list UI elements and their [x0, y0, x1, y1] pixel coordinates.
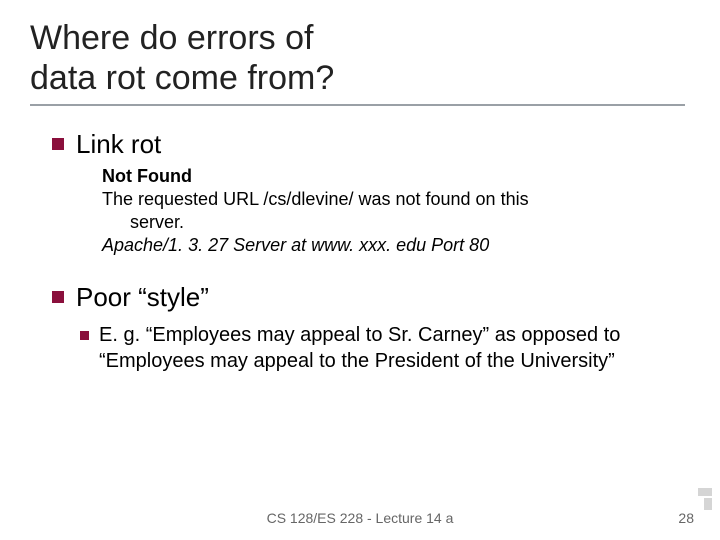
- bullet-link-rot: Link rot: [52, 128, 692, 161]
- square-bullet-icon: [52, 291, 64, 303]
- slide: Where do errors of data rot come from? L…: [0, 0, 720, 540]
- not-found-heading: Not Found: [102, 166, 192, 186]
- bullet-link-rot-label: Link rot: [76, 128, 161, 161]
- title-line-2: data rot come from?: [30, 59, 334, 97]
- square-bullet-icon: [80, 331, 89, 340]
- bullet-poor-style-example: E. g. “Employees may appeal to Sr. Carne…: [80, 323, 692, 374]
- footer-center-text: CS 128/ES 228 - Lecture 14 a: [0, 510, 720, 526]
- square-bullet-icon: [52, 138, 64, 150]
- page-number: 28: [678, 510, 694, 526]
- not-found-msg-line1: The requested URL /cs/dlevine/ was not f…: [102, 189, 529, 209]
- bullet-poor-style: Poor “style”: [52, 281, 692, 314]
- bullet-poor-style-label: Poor “style”: [76, 281, 209, 314]
- title-underline: [30, 104, 685, 106]
- corner-accent-icon: [698, 488, 712, 496]
- slide-title: Where do errors of data rot come from?: [30, 18, 692, 98]
- link-rot-detail: Not Found The requested URL /cs/dlevine/…: [102, 165, 692, 257]
- poor-style-nested: E. g. “Employees may appeal to Sr. Carne…: [80, 323, 692, 374]
- not-found-msg-line2: server.: [102, 211, 692, 234]
- server-signature: Apache/1. 3. 27 Server at www. xxx. edu …: [102, 235, 489, 255]
- title-line-1: Where do errors of: [30, 19, 313, 57]
- slide-content: Link rot Not Found The requested URL /cs…: [30, 128, 692, 374]
- poor-style-example-text: E. g. “Employees may appeal to Sr. Carne…: [99, 323, 692, 374]
